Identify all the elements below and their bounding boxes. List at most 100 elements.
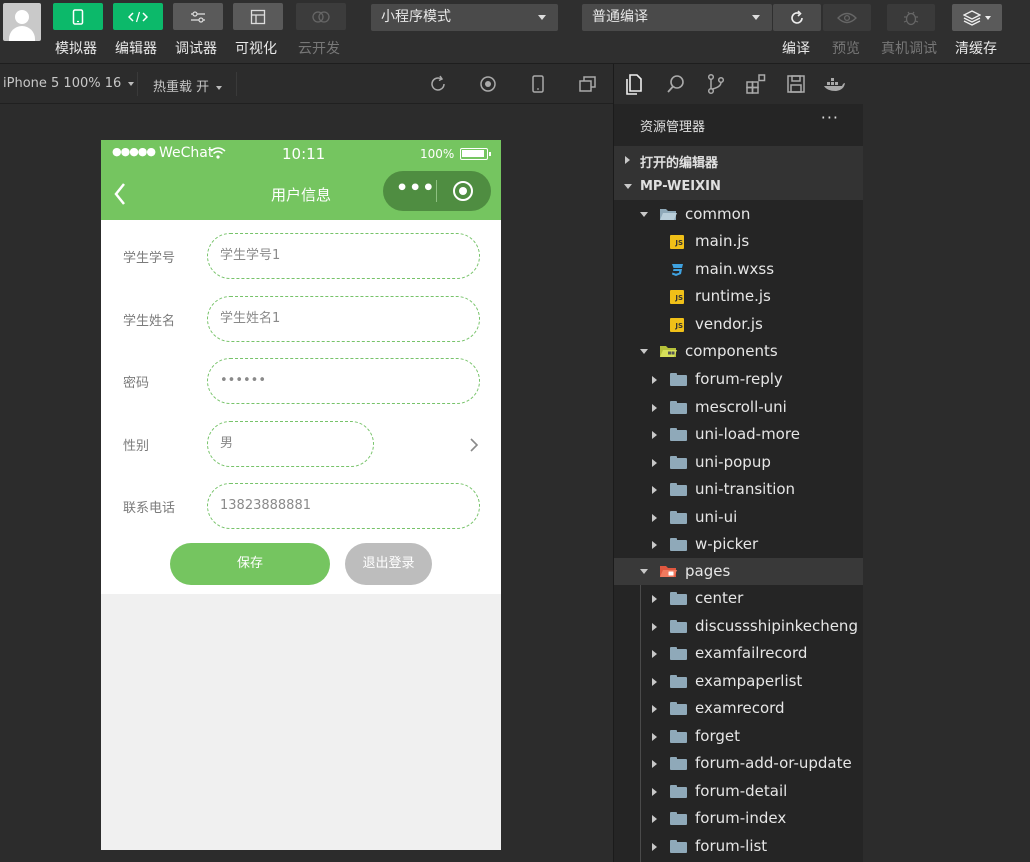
source-control-icon[interactable]	[704, 72, 728, 96]
compile-select[interactable]: 普通编译	[582, 4, 772, 31]
chevron-right-icon	[652, 842, 657, 851]
simulator-toggle-button[interactable]	[53, 3, 103, 30]
preview-button[interactable]	[823, 4, 871, 31]
hot-reload-toggle[interactable]: 热重载 开	[153, 76, 223, 95]
compile-button[interactable]	[773, 4, 821, 31]
tree-folder-row[interactable]: forum-index	[614, 805, 864, 832]
file-main-js[interactable]: JS main.js	[614, 228, 864, 255]
folder-name: forum-list	[695, 836, 768, 855]
debugger-toggle-button[interactable]	[173, 3, 223, 30]
folder-pages[interactable]: pages	[614, 558, 864, 585]
activity-bar	[614, 64, 864, 104]
hot-reload-value: 热重载 开	[153, 80, 210, 95]
save-button[interactable]: 保存	[170, 543, 330, 585]
record-icon[interactable]	[478, 74, 498, 94]
tree-folder-row[interactable]: uni-ui	[614, 504, 864, 531]
device-select[interactable]: iPhone 5 100% 16	[3, 76, 135, 91]
clear-cache-button[interactable]	[952, 4, 1002, 31]
tree-folder-row[interactable]: uni-popup	[614, 449, 864, 476]
visual-toggle-button[interactable]	[233, 3, 283, 30]
password-input[interactable]: ••••••	[207, 358, 480, 404]
cloud-dev-button[interactable]	[296, 3, 346, 30]
mode-select-value: 小程序模式	[381, 9, 451, 25]
rotate-icon[interactable]	[428, 74, 448, 94]
folder-icon	[670, 538, 687, 551]
remote-debug-button[interactable]	[887, 4, 935, 31]
phone-input[interactable]: 13823888881	[207, 483, 480, 529]
tree-folder-row[interactable]: examrecord	[614, 695, 864, 722]
tree-folder-row[interactable]: exampaperlist	[614, 668, 864, 695]
cloud-dev-label: 云开发	[298, 41, 340, 57]
tree-folder-row[interactable]: forum-reply	[614, 366, 864, 393]
editor-label: 编辑器	[115, 41, 157, 57]
tree-folder-row[interactable]: forum-detail	[614, 778, 864, 805]
form-row-student-name: 学生姓名 学生姓名1	[101, 296, 501, 342]
student-id-input[interactable]: 学生学号1	[207, 233, 480, 279]
eye-icon	[837, 12, 857, 23]
wifi-icon	[210, 147, 226, 159]
remote-debug-label: 真机调试	[881, 41, 937, 57]
folder-name: pages	[685, 562, 731, 580]
status-bar: ●●●●● WeChat 10:11 100%	[101, 140, 501, 168]
chevron-right-icon[interactable]	[469, 437, 479, 453]
folder-name: components	[685, 342, 778, 360]
folder-open-icon	[660, 209, 677, 220]
folder-icon	[670, 428, 687, 441]
layout-icon	[250, 9, 266, 24]
tree-folder-row[interactable]: uni-load-more	[614, 421, 864, 448]
project-section[interactable]: MP-WEIXIN	[614, 173, 864, 200]
folder-icon	[670, 483, 687, 496]
user-avatar[interactable]	[3, 3, 41, 41]
chevron-right-icon	[652, 787, 657, 796]
folder-name: uni-popup	[695, 452, 771, 471]
open-editors-section[interactable]: 打开的编辑器	[614, 146, 864, 173]
tree-folder-row[interactable]: discussshipinkecheng	[614, 613, 864, 640]
js-file-icon: JS	[670, 235, 684, 249]
tree-folder-row[interactable]: center	[614, 585, 864, 612]
device-select-value: iPhone 5 100% 16	[3, 76, 122, 91]
student-name-input[interactable]: 学生姓名1	[207, 296, 480, 342]
logout-button[interactable]: 退出登录	[345, 543, 432, 585]
files-icon[interactable]	[622, 72, 646, 96]
close-miniprogram-icon[interactable]	[453, 181, 473, 201]
folder-name: center	[695, 589, 744, 607]
phone-preview-icon[interactable]	[528, 74, 548, 94]
editor-toggle-button[interactable]	[113, 3, 163, 30]
more-dots-icon[interactable]: •••	[396, 177, 435, 199]
folder-icon	[670, 784, 687, 798]
extensions-icon[interactable]	[744, 72, 768, 96]
folder-components[interactable]: components	[614, 338, 864, 365]
detach-window-icon[interactable]	[578, 74, 598, 94]
tree-folder-row[interactable]: w-picker	[614, 531, 864, 558]
tree-folder-row[interactable]: forget	[614, 723, 864, 750]
folder-icon	[670, 400, 687, 414]
tree-folder-row[interactable]: mescroll-uni	[614, 394, 864, 421]
file-vendor-js[interactable]: JS vendor.js	[614, 311, 864, 338]
tree-folder-row[interactable]: examfailrecord	[614, 640, 864, 667]
docker-icon[interactable]	[822, 72, 846, 96]
search-icon[interactable]	[664, 72, 688, 96]
folder-name: mescroll-uni	[695, 397, 787, 416]
top-toolbar: 模拟器 编辑器 调试器 可视化 云开发 小程序模式 普通编译 编译 预览 真机调…	[0, 0, 1030, 64]
explorer-panel: 资源管理器 ··· 打开的编辑器 MP-WEIXIN common JS mai…	[613, 64, 864, 862]
pages-folder-icon	[660, 566, 677, 577]
tree-folder-row[interactable]: forum-add-or-update	[614, 750, 864, 777]
more-actions-icon[interactable]: ···	[821, 108, 839, 127]
chevron-down-icon	[752, 15, 760, 20]
editor-area	[863, 64, 1030, 862]
folder-icon	[670, 455, 687, 469]
save-disk-icon[interactable]	[784, 72, 808, 96]
folder-common[interactable]: common	[614, 201, 864, 228]
file-runtime-js[interactable]: JS runtime.js	[614, 283, 864, 310]
chevron-right-icon	[652, 431, 657, 439]
mode-select[interactable]: 小程序模式	[371, 4, 558, 31]
tree-folder-row[interactable]: forum-list	[614, 833, 864, 860]
student-id-label: 学生学号	[123, 251, 176, 266]
file-main-wxss[interactable]: main.wxss	[614, 256, 864, 283]
folder-name: forum-add-or-update	[695, 754, 852, 772]
gender-picker[interactable]: 男	[207, 421, 374, 467]
chevron-down-icon	[538, 15, 546, 20]
folder-icon	[670, 839, 687, 853]
tree-folder-row[interactable]: uni-transition	[614, 476, 864, 503]
signal-dots: ●●●●●	[112, 145, 156, 158]
